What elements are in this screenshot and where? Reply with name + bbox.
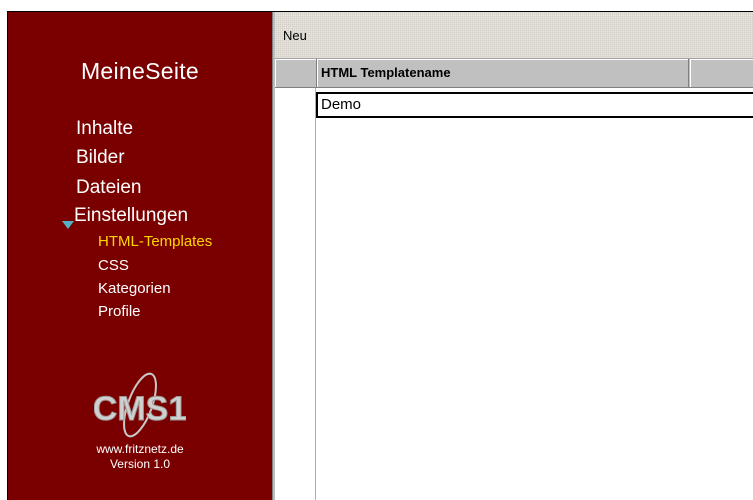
site-title: MeineSeite [80, 58, 200, 84]
nav-item-bilder[interactable]: Bilder [76, 143, 125, 172]
expand-arrow-icon [62, 221, 74, 229]
row-header-column [275, 88, 316, 500]
nav-subitem-kategorien[interactable]: Kategorien [98, 277, 171, 300]
cms1-logo: CMS1 [94, 372, 186, 438]
grid-corner [275, 59, 317, 87]
nav-item-dateien[interactable]: Dateien [76, 173, 142, 202]
nav-item-einstellungen[interactable]: Einstellungen [74, 201, 188, 230]
sidebar: MeineSeite Inhalte Bilder Dateien Einste… [8, 12, 272, 500]
nav-item-inhalte[interactable]: Inhalte [76, 114, 133, 143]
column-header-empty [690, 59, 753, 87]
nav-subitem-css[interactable]: CSS [98, 254, 129, 277]
new-button[interactable]: Neu [283, 28, 307, 43]
nav-subitem-html-templates[interactable]: HTML-Templates [98, 230, 212, 253]
footer-version: Version 1.0 [109, 457, 171, 471]
column-header-templatename[interactable]: HTML Templatename [317, 59, 689, 87]
nav-subitem-profile[interactable]: Profile [98, 300, 141, 323]
table-row[interactable]: Demo [316, 92, 753, 118]
grid-header: HTML Templatename [275, 59, 753, 88]
logo-text: CMS1 [94, 390, 186, 428]
toolbar [275, 12, 753, 59]
footer-url[interactable]: www.fritznetz.de [8, 442, 272, 456]
grid-body [316, 88, 753, 500]
